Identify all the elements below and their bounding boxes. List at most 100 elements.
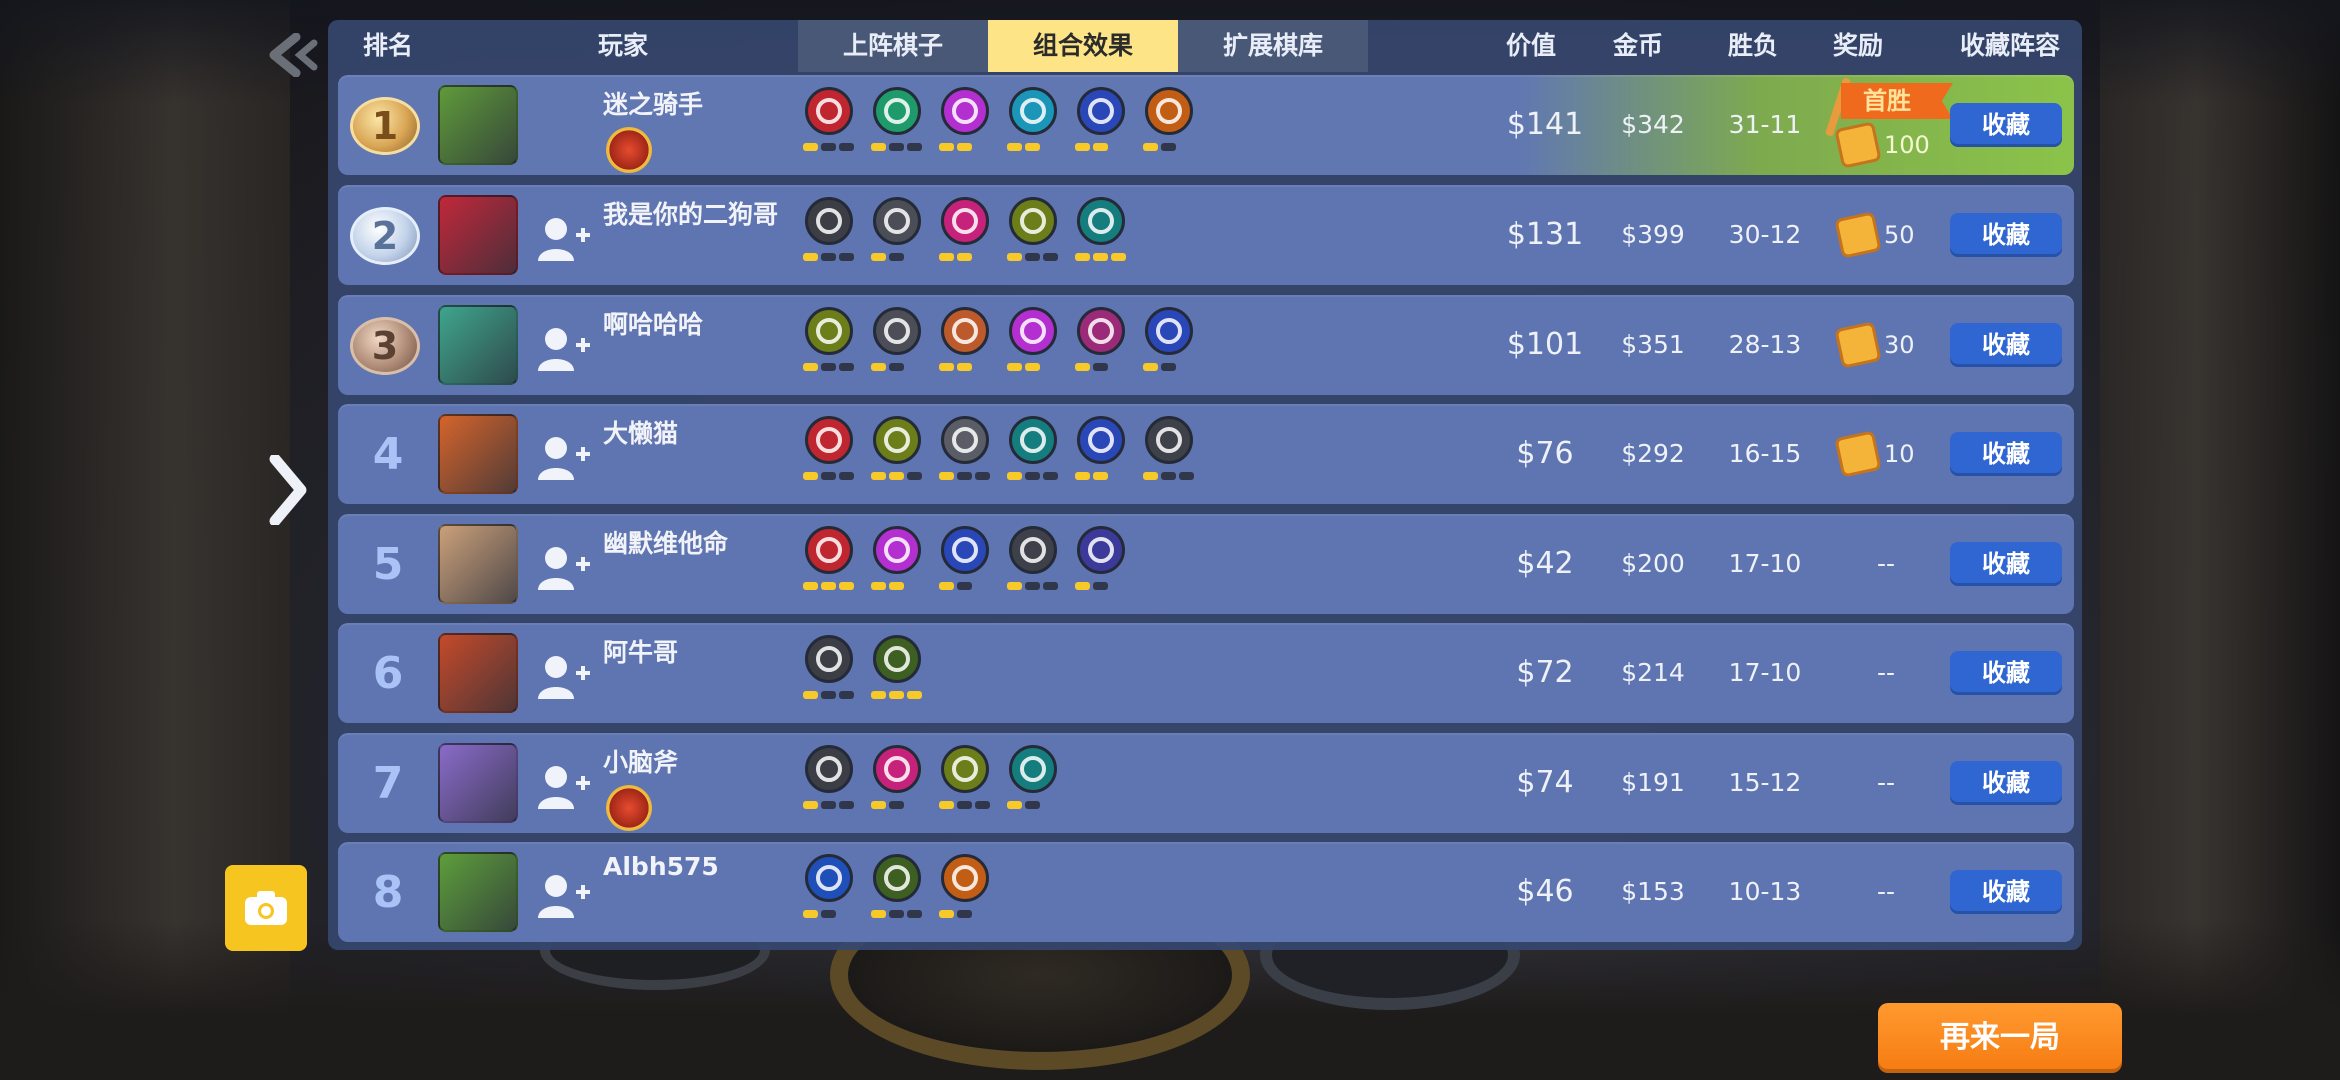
collect-button[interactable]: 收藏 bbox=[1950, 213, 2062, 257]
synergy-item[interactable] bbox=[1075, 416, 1127, 496]
cookie-icon bbox=[1834, 121, 1882, 169]
player-name: 阿牛哥 bbox=[603, 638, 679, 667]
synergy-item[interactable] bbox=[939, 307, 991, 387]
add-friend-icon[interactable] bbox=[536, 544, 592, 592]
tab-extended-pool[interactable]: 扩展棋库 bbox=[1178, 20, 1368, 72]
synergy-item[interactable] bbox=[803, 526, 855, 606]
synergy-pips bbox=[871, 691, 922, 703]
synergy-item[interactable] bbox=[871, 416, 923, 496]
rank-number: 5 bbox=[372, 538, 404, 590]
add-friend-icon[interactable] bbox=[536, 653, 592, 701]
synergy-item[interactable] bbox=[803, 197, 855, 277]
add-friend-icon[interactable] bbox=[536, 434, 592, 482]
header-rank: 排名 bbox=[362, 31, 413, 60]
synergy-level-pip bbox=[839, 143, 854, 151]
collect-button[interactable]: 收藏 bbox=[1950, 870, 2062, 914]
screenshot-button[interactable] bbox=[225, 865, 307, 951]
synergy-item[interactable] bbox=[1007, 87, 1059, 167]
avatar[interactable] bbox=[438, 414, 518, 494]
synergy-item[interactable] bbox=[1075, 307, 1127, 387]
collect-button[interactable]: 收藏 bbox=[1950, 651, 2062, 695]
rank-medal-icon: 2 bbox=[350, 207, 420, 265]
add-friend-icon[interactable] bbox=[536, 325, 592, 373]
synergy-level-pip bbox=[1007, 472, 1022, 480]
synergy-item[interactable] bbox=[939, 745, 991, 825]
avatar[interactable] bbox=[438, 852, 518, 932]
synergy-pips bbox=[1007, 582, 1058, 594]
synergy-item[interactable] bbox=[803, 635, 855, 715]
lineup-value: $141 bbox=[1506, 107, 1584, 142]
synergy-item[interactable] bbox=[803, 416, 855, 496]
gold-amount: $292 bbox=[1621, 439, 1685, 468]
tab-lineup-pieces[interactable]: 上阵棋子 bbox=[798, 20, 988, 72]
synergy-item[interactable] bbox=[1143, 416, 1195, 496]
synergy-level-pip bbox=[939, 363, 954, 371]
synergy-level-pip bbox=[1179, 472, 1194, 480]
reward: -- bbox=[1828, 733, 1948, 833]
reward: -- bbox=[1828, 842, 1948, 942]
synergy-item[interactable] bbox=[803, 307, 855, 387]
synergy-item[interactable] bbox=[939, 854, 991, 934]
lineup-value: $101 bbox=[1506, 327, 1584, 362]
synergy-item[interactable] bbox=[803, 87, 855, 167]
synergy-item[interactable] bbox=[871, 197, 923, 277]
synergy-pips bbox=[1143, 143, 1176, 155]
collect-button[interactable]: 收藏 bbox=[1950, 542, 2062, 586]
synergy-item[interactable] bbox=[1143, 307, 1195, 387]
synergy-item[interactable] bbox=[1075, 197, 1127, 277]
add-friend-icon[interactable] bbox=[536, 215, 592, 263]
collect-button[interactable]: 收藏 bbox=[1950, 761, 2062, 805]
synergy-item[interactable] bbox=[939, 87, 991, 167]
avatar[interactable] bbox=[438, 195, 518, 275]
collect-button[interactable]: 收藏 bbox=[1950, 103, 2062, 147]
synergy-level-pip bbox=[821, 143, 836, 151]
avatar[interactable] bbox=[438, 305, 518, 385]
avatar[interactable] bbox=[438, 743, 518, 823]
synergy-item[interactable] bbox=[803, 854, 855, 934]
rank-number: 8 bbox=[372, 866, 404, 918]
synergy-item[interactable] bbox=[871, 307, 923, 387]
synergy-item[interactable] bbox=[1007, 745, 1059, 825]
synergy-item[interactable] bbox=[1007, 197, 1059, 277]
expand-chevron-icon[interactable] bbox=[262, 450, 312, 530]
back-chevron-icon[interactable] bbox=[262, 30, 322, 80]
avatar[interactable] bbox=[438, 524, 518, 604]
synergy-item[interactable] bbox=[871, 526, 923, 606]
synergy-item[interactable] bbox=[871, 87, 923, 167]
synergy-item[interactable] bbox=[871, 745, 923, 825]
collect-button[interactable]: 收藏 bbox=[1950, 432, 2062, 476]
synergy-item[interactable] bbox=[1007, 307, 1059, 387]
synergy-level-pip bbox=[1093, 143, 1108, 151]
synergy-item[interactable] bbox=[803, 745, 855, 825]
synergy-level-pip bbox=[957, 472, 972, 480]
synergy-item[interactable] bbox=[939, 526, 991, 606]
player-name: 我是你的二狗哥 bbox=[603, 200, 779, 229]
synergy-item[interactable] bbox=[1075, 87, 1127, 167]
tab-synergy[interactable]: 组合效果 bbox=[988, 20, 1178, 72]
add-friend-icon[interactable] bbox=[536, 763, 592, 811]
synergy-level-pip bbox=[803, 363, 818, 371]
avatar[interactable] bbox=[438, 85, 518, 165]
synergy-item[interactable] bbox=[939, 416, 991, 496]
play-again-button[interactable]: 再来一局 bbox=[1878, 1003, 2122, 1073]
lineup-value: $131 bbox=[1506, 217, 1584, 252]
synergy-item[interactable] bbox=[1007, 416, 1059, 496]
synergy-item[interactable] bbox=[1007, 526, 1059, 606]
synergy-icon bbox=[1077, 307, 1125, 355]
table-header: 排名 玩家 上阵棋子 组合效果 扩展棋库 价值 金币 胜负 奖励 收藏阵容 bbox=[328, 20, 2082, 72]
synergy-glyph bbox=[1020, 427, 1046, 453]
reward: 100 bbox=[1828, 75, 1948, 175]
synergy-item[interactable] bbox=[939, 197, 991, 277]
player-name: 大懒猫 bbox=[603, 419, 679, 448]
synergy-item[interactable] bbox=[871, 635, 923, 715]
synergy-level-pip bbox=[1007, 143, 1022, 151]
synergy-item[interactable] bbox=[1143, 87, 1195, 167]
synergy-icon bbox=[1077, 87, 1125, 135]
synergy-item[interactable] bbox=[1075, 526, 1127, 606]
synergy-pips bbox=[871, 910, 922, 922]
avatar[interactable] bbox=[438, 633, 518, 713]
add-friend-icon[interactable] bbox=[536, 872, 592, 920]
synergy-pips bbox=[1007, 143, 1040, 155]
synergy-item[interactable] bbox=[871, 854, 923, 934]
collect-button[interactable]: 收藏 bbox=[1950, 323, 2062, 367]
